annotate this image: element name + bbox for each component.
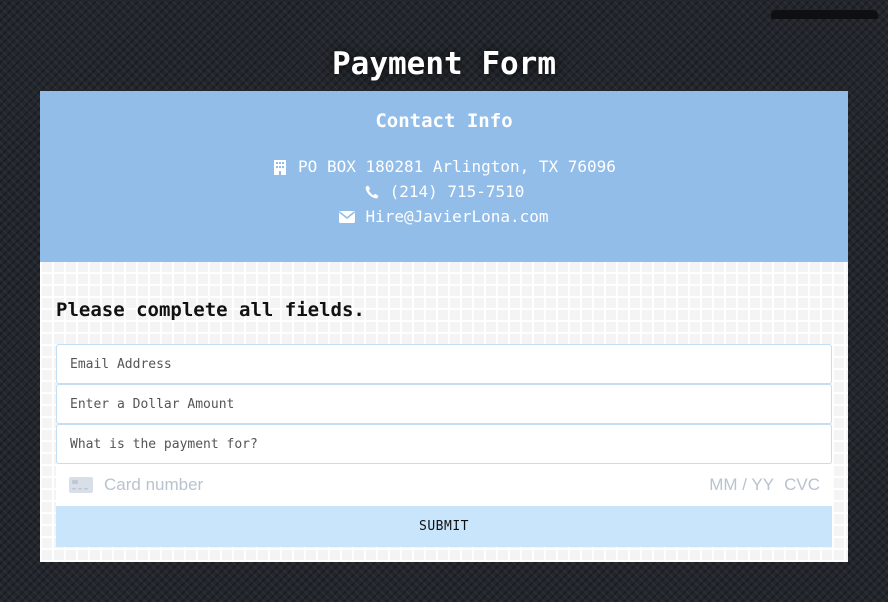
email-field[interactable] (56, 344, 832, 384)
contact-info-panel: Contact Info PO BOX 180281 Arlington, TX… (40, 91, 848, 262)
page-title: Payment Form (332, 46, 556, 82)
contact-info-title: Contact Info (375, 110, 513, 132)
contact-phone-text[interactable]: (214) 715-7510 (390, 182, 525, 202)
envelope-icon (339, 209, 356, 225)
amount-field[interactable] (56, 384, 832, 424)
card-expiry-field[interactable]: MM / YY (709, 475, 774, 495)
contact-address-text: PO BOX 180281 Arlington, TX 76096 (298, 157, 616, 176)
phone-icon (364, 184, 380, 200)
building-icon (272, 159, 288, 175)
card-cvc-field[interactable]: CVC (784, 475, 820, 495)
contact-email: Hire@JavierLona.com (40, 207, 848, 227)
form-instructions: Please complete all fields. (56, 299, 365, 321)
card-details-input[interactable]: Card number MM / YY CVC (56, 464, 832, 506)
credit-card-icon (69, 477, 93, 493)
contact-email-text[interactable]: Hire@JavierLona.com (365, 207, 548, 227)
card-number-field[interactable]: Card number (104, 475, 709, 495)
contact-address: PO BOX 180281 Arlington, TX 76096 (40, 157, 848, 177)
window-corner-bar (771, 10, 878, 19)
payment-card: Contact Info PO BOX 180281 Arlington, TX… (40, 91, 848, 562)
submit-button[interactable]: SUBMIT (56, 506, 832, 547)
payment-form: Please complete all fields. Card number … (40, 262, 848, 562)
contact-phone: (214) 715-7510 (40, 182, 848, 202)
payment-purpose-field[interactable] (56, 424, 832, 464)
